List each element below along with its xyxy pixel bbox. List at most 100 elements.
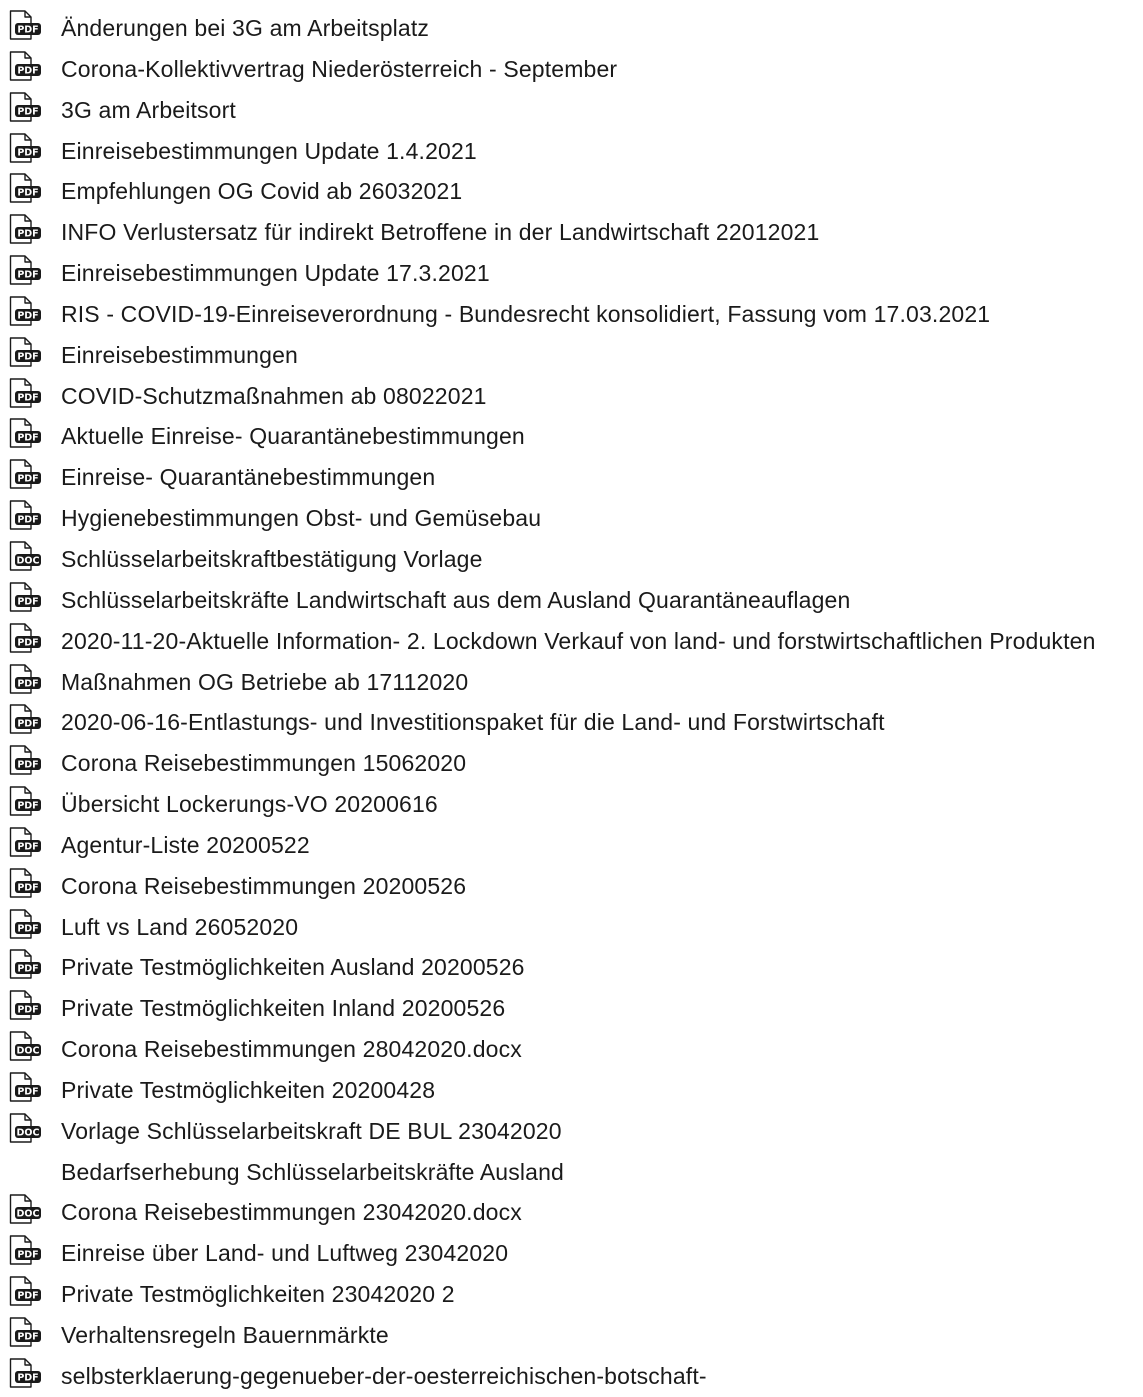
file-list-item[interactable]: PDF Einreise- Quarantänebestimmungen (0, 457, 1143, 498)
doc-badge-label: DOC (17, 1127, 40, 1138)
file-list-item[interactable]: PDF Aktuelle Einreise- Quarantänebestimmu… (0, 416, 1143, 457)
file-link[interactable]: Einreisebestimmungen Update 1.4.2021 (61, 136, 477, 166)
pdf-badge-label: PDF (17, 1086, 38, 1097)
file-list: PDF Änderungen bei 3G am Arbeitsplatz PDF C… (0, 8, 1143, 1397)
file-list-item[interactable]: PDF Private Testmöglichkeiten 20200428 (0, 1070, 1143, 1111)
file-link[interactable]: Änderungen bei 3G am Arbeitsplatz (61, 13, 429, 43)
file-list-item[interactable]: PDF Private Testmöglichkeiten Ausland 202… (0, 947, 1143, 988)
file-link[interactable]: Maßnahmen OG Betriebe ab 17112020 (61, 667, 468, 697)
file-link[interactable]: Corona Reisebestimmungen 20200526 (61, 871, 466, 901)
file-link[interactable]: Agentur-Liste 20200522 (61, 830, 310, 860)
file-link[interactable]: Hygienebestimmungen Obst- und Gemüsebau (61, 503, 541, 533)
file-link[interactable]: RIS - COVID-19-Einreiseverordnung - Bund… (61, 299, 990, 329)
pdf-file-icon: PDF (8, 786, 42, 816)
pdf-badge-label: PDF (17, 841, 38, 852)
pdf-file-icon: PDF (8, 663, 42, 694)
file-link[interactable]: Private Testmöglichkeiten 23042020 2 (61, 1279, 455, 1309)
pdf-file-icon: PDF (8, 704, 42, 735)
file-link[interactable]: Einreisebestimmungen Update 17.3.2021 (61, 258, 490, 288)
file-link[interactable]: 2020-06-16-Entlastungs- und Investitions… (61, 707, 885, 737)
doc-badge-label: DOC (17, 1046, 40, 1057)
file-list-item[interactable]: PDF Agentur-Liste 20200522 (0, 825, 1143, 866)
file-list-item[interactable]: PDF Maßnahmen OG Betriebe ab 17112020 (0, 662, 1143, 703)
pdf-badge-label: PDF (17, 65, 38, 76)
file-link[interactable]: Schlüsselarbeitskräfte Landwirtschaft au… (61, 585, 850, 615)
file-link[interactable]: Corona-Kollektivvertrag Niederösterreich… (61, 54, 617, 84)
file-list-item[interactable]: PDF Einreisebestimmungen Update 17.3.2021 (0, 253, 1143, 294)
file-link[interactable]: Private Testmöglichkeiten Ausland 202005… (61, 952, 525, 982)
file-link[interactable]: Schlüsselarbeitskraftbestätigung Vorlage (61, 544, 483, 574)
file-list-item[interactable]: DOC Vorlage Schlüsselarbeitskraft DE BUL … (0, 1111, 1143, 1152)
pdf-file-icon: PDF (8, 1072, 42, 1102)
file-list-item[interactable]: DOC Corona Reisebestimmungen 28042020.doc… (0, 1029, 1143, 1070)
file-link[interactable]: COVID-Schutzmaßnahmen ab 08022021 (61, 381, 487, 411)
file-list-item[interactable]: PDF 3G am Arbeitsort (0, 90, 1143, 131)
pdf-badge-label: PDF (17, 596, 38, 607)
file-link[interactable]: Aktuelle Einreise- Quarantänebestimmunge… (61, 421, 525, 451)
file-list-item[interactable]: PDF 2020-11-20-Aktuelle Information- 2. L… (0, 621, 1143, 662)
pdf-badge-label: PDF (17, 801, 38, 812)
file-list-item[interactable]: PDF Übersicht Lockerungs-VO 20200616 (0, 784, 1143, 825)
file-list-item[interactable]: PDF Luft vs Land 26052020 (0, 907, 1143, 948)
file-link[interactable]: Private Testmöglichkeiten 20200428 (61, 1075, 435, 1105)
file-link[interactable]: Corona Reisebestimmungen 28042020.docx (61, 1034, 522, 1064)
file-link[interactable]: INFO Verlustersatz für indirekt Betroffe… (61, 217, 819, 247)
file-list-item[interactable]: PDF RIS - COVID-19-Einreiseverordnung - B… (0, 294, 1143, 335)
file-list-item[interactable]: PDF COVID-Schutzmaßnahmen ab 08022021 (0, 376, 1143, 417)
file-list-item[interactable]: PDF Einreisebestimmungen Update 1.4.2021 (0, 131, 1143, 172)
file-list-item[interactable]: PDF Einreise über Land- und Luftweg 23042… (0, 1233, 1143, 1274)
doc-file-icon: DOC (8, 1031, 42, 1061)
file-list-item[interactable]: DOC Schlüsselarbeitskraftbestätigung Vorl… (0, 539, 1143, 580)
file-list-item[interactable]: PDF Corona-Kollektivvertrag Niederösterre… (0, 49, 1143, 90)
pdf-file-icon: PDF (8, 908, 42, 939)
file-link[interactable]: Verhaltensregeln Bauernmärkte (61, 1320, 389, 1350)
file-link[interactable]: Einreisebestimmungen (61, 340, 298, 370)
pdf-file-icon: PDF (8, 296, 42, 326)
file-list-item[interactable]: Bedarfserhebung Schlüsselarbeitskräfte A… (0, 1152, 1143, 1193)
file-link[interactable]: 3G am Arbeitsort (61, 95, 236, 125)
file-link[interactable]: Übersicht Lockerungs-VO 20200616 (61, 789, 438, 819)
file-list-item[interactable]: PDF 2020-06-16-Entlastungs- und Investiti… (0, 702, 1143, 743)
file-list-item[interactable]: PDF selbsterklaerung-gegenueber-der-oeste… (0, 1356, 1143, 1397)
file-list-item[interactable]: PDF Verhaltensregeln Bauernmärkte (0, 1315, 1143, 1356)
pdf-badge-label: PDF (17, 637, 38, 648)
file-list-item[interactable]: PDF Private Testmöglichkeiten Inland 2020… (0, 988, 1143, 1029)
pdf-badge-label: PDF (17, 351, 38, 362)
file-link[interactable]: Private Testmöglichkeiten Inland 2020052… (61, 993, 505, 1023)
pdf-file-icon: PDF (8, 173, 42, 204)
pdf-file-icon: PDF (8, 1276, 42, 1306)
file-link[interactable]: 2020-11-20-Aktuelle Information- 2. Lock… (61, 626, 1096, 656)
pdf-file-icon: PDF (8, 214, 42, 244)
pdf-file-icon: PDF (8, 500, 42, 530)
file-list-item[interactable]: PDF INFO Verlustersatz für indirekt Betro… (0, 212, 1143, 253)
pdf-file-icon: PDF (8, 459, 42, 489)
file-link[interactable]: Corona Reisebestimmungen 23042020.docx (61, 1197, 522, 1227)
pdf-badge-label: PDF (17, 964, 38, 975)
pdf-badge-label: PDF (17, 229, 38, 240)
file-list-item[interactable]: PDF Schlüsselarbeitskräfte Landwirtschaft… (0, 580, 1143, 621)
pdf-badge-label: PDF (17, 310, 38, 321)
pdf-badge-label: PDF (17, 1291, 38, 1302)
file-link[interactable]: Corona Reisebestimmungen 15062020 (61, 748, 466, 778)
pdf-file-icon: PDF (8, 949, 42, 980)
doc-badge-label: DOC (17, 1209, 40, 1220)
file-list-item[interactable]: PDF Corona Reisebestimmungen 20200526 (0, 866, 1143, 907)
file-link[interactable]: Einreise über Land- und Luftweg 23042020 (61, 1238, 508, 1268)
pdf-badge-label: PDF (17, 270, 38, 281)
file-link[interactable]: Luft vs Land 26052020 (61, 912, 298, 942)
file-list-item[interactable]: PDF Änderungen bei 3G am Arbeitsplatz (0, 8, 1143, 49)
file-link[interactable]: Empfehlungen OG Covid ab 26032021 (61, 176, 462, 206)
file-list-item[interactable]: PDF Einreisebestimmungen (0, 335, 1143, 376)
file-link[interactable]: Vorlage Schlüsselarbeitskraft DE BUL 230… (61, 1116, 562, 1146)
file-list-item[interactable]: PDF Private Testmöglichkeiten 23042020 2 (0, 1274, 1143, 1315)
file-list-item[interactable]: PDF Empfehlungen OG Covid ab 26032021 (0, 171, 1143, 212)
file-list-item[interactable]: PDF Hygienebestimmungen Obst- und Gemüseb… (0, 498, 1143, 539)
file-link[interactable]: selbsterklaerung-gegenueber-der-oesterre… (61, 1361, 707, 1391)
pdf-file-icon: PDF (8, 377, 42, 408)
doc-badge-label: DOC (17, 555, 40, 566)
file-list-item[interactable]: PDF Corona Reisebestimmungen 15062020 (0, 743, 1143, 784)
file-link[interactable]: Bedarfserhebung Schlüsselarbeitskräfte A… (61, 1157, 564, 1187)
file-list-item[interactable]: DOC Corona Reisebestimmungen 23042020.doc… (0, 1192, 1143, 1233)
file-link[interactable]: Einreise- Quarantänebestimmungen (61, 462, 435, 492)
pdf-file-icon: PDF (8, 1358, 42, 1388)
